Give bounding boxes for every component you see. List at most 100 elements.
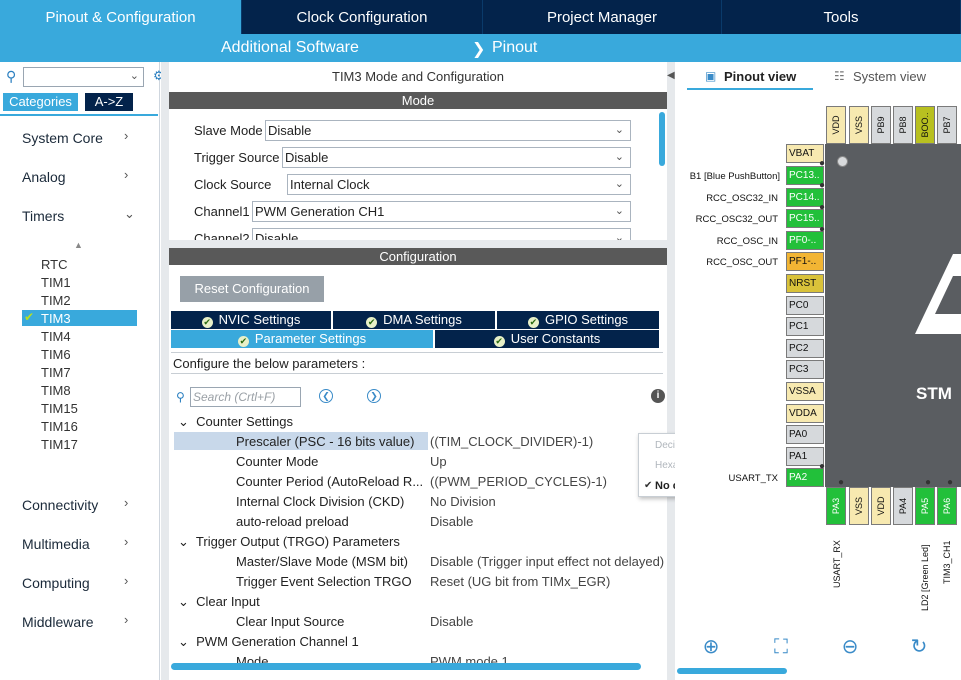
pin-vss-top[interactable]: VSS (849, 106, 869, 144)
param-msm-bit-value[interactable]: Disable (Trigger input effect not delaye… (430, 554, 664, 569)
reset-configuration-button[interactable]: Reset Configuration (180, 276, 324, 302)
clock-source-select[interactable]: Internal Clock ⌄ (287, 174, 631, 195)
param-clock-division-value[interactable]: No Division (430, 494, 496, 509)
chevron-right-icon[interactable]: › (124, 573, 128, 588)
pin-vdd-top[interactable]: VDD (826, 106, 846, 144)
param-trigger-event-value[interactable]: Reset (UG bit from TIMx_EGR) (430, 574, 610, 589)
rotate-view-icon[interactable]: ↻ (908, 636, 930, 658)
tab-parameter-settings[interactable]: ✔ Parameter Settings (171, 330, 435, 348)
category-timers[interactable]: Timers (22, 208, 64, 224)
pin-pb8[interactable]: PB8 (893, 106, 913, 144)
chevron-down-icon[interactable]: ⌄ (124, 206, 135, 222)
param-prescaler[interactable]: Prescaler (PSC - 16 bits value) (236, 434, 414, 449)
trigger-source-select[interactable]: Disable ⌄ (282, 147, 631, 168)
chevron-down-icon[interactable]: ⌄ (615, 175, 624, 194)
tab-system-view[interactable]: System view (853, 69, 926, 84)
tab-dma-settings[interactable]: ✔ DMA Settings (333, 311, 497, 329)
param-search-input[interactable]: Search (Crtl+F) (190, 387, 301, 407)
chevron-right-icon[interactable]: › (124, 167, 128, 182)
pin-pc2[interactable]: PC2 (786, 339, 824, 358)
param-prescaler-value[interactable]: ((TIM_CLOCK_DIVIDER)-1) (430, 434, 593, 449)
a-z-tab[interactable]: A->Z (85, 93, 133, 111)
info-icon[interactable]: i (651, 389, 665, 403)
chevron-down-icon[interactable]: ⌄ (615, 202, 624, 221)
category-analog[interactable]: Analog (22, 169, 66, 185)
chevron-down-icon[interactable]: ❯ (472, 39, 485, 59)
pin-pa6[interactable]: PA6 (937, 487, 957, 525)
category-multimedia[interactable]: Multimedia (22, 536, 90, 552)
timer-tim1[interactable]: TIM1 (41, 275, 71, 290)
param-counter-period-value[interactable]: ((PWM_PERIOD_CYCLES)-1) (430, 474, 607, 489)
tab-user-constants[interactable]: ✔ User Constants (435, 330, 661, 348)
chevron-right-icon[interactable]: › (124, 612, 128, 627)
chevron-right-icon[interactable]: › (124, 128, 128, 143)
pinout-horizontal-scrollbar[interactable] (677, 668, 787, 674)
timer-tim7[interactable]: TIM7 (41, 365, 71, 380)
channel1-select[interactable]: PWM Generation CH1 ⌄ (252, 201, 631, 222)
param-clear-input-source-value[interactable]: Disable (430, 614, 473, 629)
chevron-right-icon[interactable]: › (124, 495, 128, 510)
pin-pc0[interactable]: PC0 (786, 296, 824, 315)
pin-pf1[interactable]: PF1-.. (786, 252, 824, 271)
chevron-down-icon[interactable]: ⌄ (615, 121, 624, 140)
param-pwm-mode-value[interactable]: PWM mode 1 (430, 654, 509, 663)
param-auto-reload-preload-value[interactable]: Disable (430, 514, 473, 529)
tab-pinout-view[interactable]: Pinout view (724, 69, 796, 84)
tab-project-manager[interactable]: Project Manager (483, 0, 722, 34)
timer-tim16[interactable]: TIM16 (41, 419, 78, 434)
zoom-in-icon[interactable]: ⊕ (700, 636, 722, 658)
sort-arrows-icon[interactable]: ▲ (74, 240, 83, 250)
param-auto-reload-preload[interactable]: auto-reload preload (236, 514, 349, 529)
group-clear-input[interactable]: ⌄ Clear Input (178, 594, 260, 610)
timer-tim4[interactable]: TIM4 (41, 329, 71, 344)
chevron-down-icon[interactable]: ⌄ (178, 534, 189, 549)
tab-gpio-settings[interactable]: ✔ GPIO Settings (497, 311, 661, 329)
pin-pc3[interactable]: PC3 (786, 360, 824, 379)
pin-pa0[interactable]: PA0 (786, 425, 824, 444)
chevron-down-icon[interactable]: ⌄ (178, 594, 189, 609)
zoom-out-icon[interactable]: ⊖ (839, 636, 861, 658)
timer-rtc[interactable]: RTC (41, 257, 67, 272)
right-splitter[interactable]: ◀ (667, 62, 675, 680)
categories-tab[interactable]: Categories (3, 93, 78, 111)
pin-boot[interactable]: BOO.. (915, 106, 935, 144)
timer-tim8[interactable]: TIM8 (41, 383, 71, 398)
pin-vdd-bottom[interactable]: VDD (871, 487, 891, 525)
timer-tim6[interactable]: TIM6 (41, 347, 71, 362)
chevron-down-icon[interactable]: ⌄ (178, 634, 189, 649)
category-search-input[interactable]: ⌄ (23, 67, 144, 87)
pin-pa3[interactable]: PA3 (826, 487, 846, 525)
param-msm-bit[interactable]: Master/Slave Mode (MSM bit) (236, 554, 408, 569)
chevron-right-icon[interactable]: › (124, 534, 128, 549)
param-clock-division[interactable]: Internal Clock Division (CKD) (236, 494, 404, 509)
left-splitter[interactable] (161, 62, 169, 680)
tab-tools[interactable]: Tools (722, 0, 961, 34)
tab-nvic-settings[interactable]: ✔ NVIC Settings (171, 311, 333, 329)
pin-vss-bottom[interactable]: VSS (849, 487, 869, 525)
pin-pa4[interactable]: PA4 (893, 487, 913, 525)
pin-nrst[interactable]: NRST (786, 274, 824, 293)
chevron-down-icon[interactable]: ⌄ (178, 414, 189, 429)
previous-result-icon[interactable]: ❮ (319, 389, 333, 403)
chevron-down-icon[interactable]: ⌄ (130, 69, 139, 82)
pin-pb7[interactable]: PB7 (937, 106, 957, 144)
timer-tim15[interactable]: TIM15 (41, 401, 78, 416)
param-counter-mode[interactable]: Counter Mode (236, 454, 318, 469)
pinout-menu[interactable]: Pinout (492, 39, 537, 57)
timer-tim2[interactable]: TIM2 (41, 293, 71, 308)
next-result-icon[interactable]: ❯ (367, 389, 381, 403)
param-counter-mode-value[interactable]: Up (430, 454, 447, 469)
param-clear-input-source[interactable]: Clear Input Source (236, 614, 344, 629)
additional-software-menu[interactable]: Additional Software (221, 39, 359, 57)
channel2-select[interactable]: Disable ⌄ (252, 228, 631, 240)
params-horizontal-scrollbar[interactable] (171, 663, 641, 670)
category-middleware[interactable]: Middleware (22, 614, 94, 630)
slave-mode-select[interactable]: Disable ⌄ (265, 120, 631, 141)
fit-screen-icon[interactable]: ⛶ (770, 636, 792, 658)
timer-tim3-selected[interactable]: ✔ TIM3 (22, 310, 137, 326)
category-connectivity[interactable]: Connectivity (22, 497, 98, 513)
pin-vdda[interactable]: VDDA (786, 404, 824, 423)
param-trigger-event[interactable]: Trigger Event Selection TRGO (236, 574, 412, 589)
category-system-core[interactable]: System Core (22, 130, 103, 146)
timer-tim17[interactable]: TIM17 (41, 437, 78, 452)
